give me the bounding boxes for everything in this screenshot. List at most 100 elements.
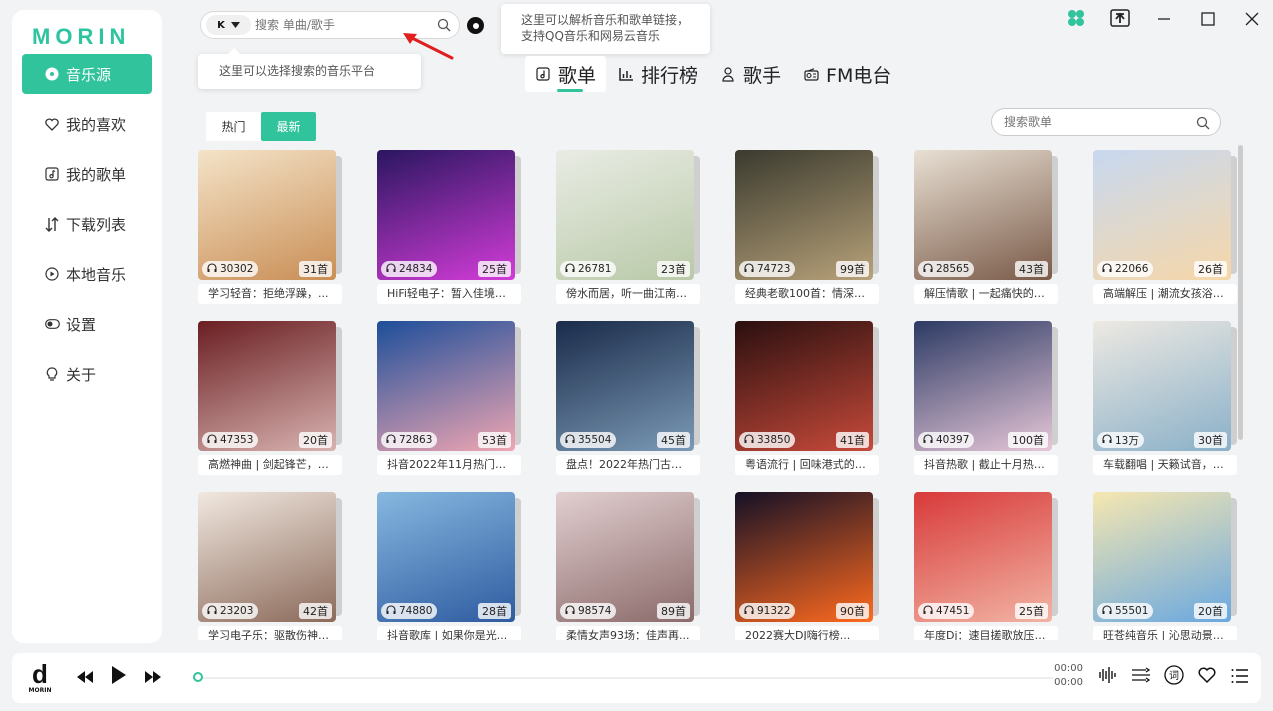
theme-button[interactable] [1065, 9, 1087, 31]
lyrics-button[interactable]: 词 [1163, 665, 1185, 688]
scrollbar[interactable] [1238, 140, 1243, 640]
headphones-icon [923, 433, 933, 447]
playlist-search-input[interactable] [1004, 115, 1184, 129]
queue-button[interactable] [1229, 666, 1251, 688]
playlist-card[interactable]: 30302 31首学习轻音：拒绝浮躁，... [198, 150, 342, 304]
playlist-card[interactable]: 28565 43首解压情歌 | 一起痛快的哭... [914, 150, 1058, 304]
play-count-badge: 13万 [1097, 432, 1144, 448]
headphones-icon [923, 262, 933, 276]
sidebar-item-local-music[interactable]: 本地音乐 [22, 254, 152, 294]
playlist-cover[interactable]: 47451 25首 [914, 492, 1052, 622]
playlist-card[interactable]: 24834 25首 HiFi轻电子：暂入佳境，... [377, 150, 521, 304]
play-count: 74880 [399, 605, 433, 617]
playlist-cover[interactable]: 72863 53首 [377, 321, 515, 451]
playlist-cover[interactable]: 33850 41首 [735, 321, 873, 451]
playlist-title[interactable]: 经典老歌100首：情深缘... [735, 284, 879, 304]
playlist-title[interactable]: 傍水而居，听一曲江南风... [556, 284, 700, 304]
tab-singers[interactable]: 歌手 [710, 56, 791, 92]
playlist-card[interactable]: 91322 90首 2022赛大DJ嗨行榜... [735, 492, 879, 640]
sidebar-item-music-source[interactable]: 音乐源 [22, 54, 152, 94]
playlist-title[interactable]: 高燃神曲 | 剑起锋芒，厮... [198, 455, 342, 475]
scrollbar-thumb[interactable] [1238, 145, 1243, 440]
playlist-card[interactable]: 35504 45首盘点！2022年热门古风... [556, 321, 700, 475]
playlist-cover[interactable]: 91322 90首 [735, 492, 873, 622]
playlist-title[interactable]: 解压情歌 | 一起痛快的哭... [914, 284, 1058, 304]
sidebar-item-downloads[interactable]: 下载列表 [22, 204, 152, 244]
playlist-cover[interactable]: 26781 23首 [556, 150, 694, 280]
playlist-card[interactable]: 23203 42首学习电子乐：驱散伤神外... [198, 492, 342, 640]
playlist-cover[interactable]: 35504 45首 [556, 321, 694, 451]
parse-link-button[interactable] [467, 17, 484, 34]
playlist-card[interactable]: 47451 25首年度Dj：速目搓歌放压力... [914, 492, 1058, 640]
playlist-card[interactable]: 74723 99首经典老歌100首：情深缘... [735, 150, 879, 304]
minimize-button[interactable] [1153, 9, 1175, 31]
playlist-title[interactable]: 2022赛大DJ嗨行榜... [735, 626, 879, 640]
playlist-title[interactable]: 学习电子乐：驱散伤神外... [198, 626, 342, 640]
playlist-cover[interactable]: 55501 20首 [1093, 492, 1231, 622]
playlist-title[interactable]: 柔情女声93场：佳声再... [556, 626, 700, 640]
playlist-cover[interactable]: 74880 28首 [377, 492, 515, 622]
progress-bar[interactable] [193, 677, 1053, 679]
playlist-title[interactable]: 车载翻唱 | 天籁试音，回... [1093, 455, 1237, 475]
playlist-card[interactable]: 98574 89首柔情女声93场：佳声再... [556, 492, 700, 640]
play-mode-button[interactable] [1130, 666, 1152, 688]
playlist-title[interactable]: 抖音歌库 | 如果你是光... [377, 626, 521, 640]
sound-effect-button[interactable] [1096, 666, 1118, 688]
tab-playlists[interactable]: 歌单 [525, 56, 607, 92]
playlist-cover[interactable]: 22066 26首 [1093, 150, 1231, 280]
playlist-cover[interactable]: 30302 31首 [198, 150, 336, 280]
close-button[interactable] [1241, 9, 1263, 31]
playlist-title[interactable]: 盘点！2022年热门古风... [556, 455, 700, 475]
playlist-card[interactable]: 47353 20首高燃神曲 | 剑起锋芒，厮... [198, 321, 342, 475]
playlist-title[interactable]: 抖音2022年11月热门BGM [377, 455, 521, 475]
playlist-cover[interactable]: 74723 99首 [735, 150, 873, 280]
playlist-cover[interactable]: 47353 20首 [198, 321, 336, 451]
card-stack-shadow [515, 327, 521, 445]
tab-label: FM电台 [826, 64, 892, 87]
playlist-card[interactable]: 74880 28首抖音歌库 | 如果你是光... [377, 492, 521, 640]
mini-mode-button[interactable] [1109, 9, 1131, 31]
like-button[interactable] [1196, 666, 1218, 688]
playlist-card[interactable]: 13万 30首车载翻唱 | 天籁试音，回... [1093, 321, 1237, 475]
playlist-card[interactable]: 72863 53首抖音2022年11月热门BGM [377, 321, 521, 475]
playlist-card[interactable]: 26781 23首傍水而居，听一曲江南风... [556, 150, 700, 304]
previous-button[interactable] [74, 666, 96, 688]
play-count: 26781 [578, 263, 612, 275]
playlist-title[interactable]: 年度Dj：速目搓歌放压力... [914, 626, 1058, 640]
next-button[interactable] [142, 666, 164, 688]
sidebar-item-about[interactable]: 关于 [22, 354, 152, 394]
playlist-card[interactable]: 22066 26首高端解压 | 潮流女孩浴室... [1093, 150, 1237, 304]
playlist-title[interactable]: 旺苍纯音乐 | 沁思动景慧... [1093, 626, 1237, 640]
playlist-cover[interactable]: 13万 30首 [1093, 321, 1231, 451]
playlist-title[interactable]: 高端解压 | 潮流女孩浴室... [1093, 284, 1237, 304]
sidebar-item-favorites[interactable]: 我的喜欢 [22, 104, 152, 144]
playlist-cover[interactable]: 23203 42首 [198, 492, 336, 622]
song-count: 90首 [836, 603, 869, 619]
playlist-title[interactable]: HiFi轻电子：暂入佳境，... [377, 284, 521, 304]
maximize-button[interactable] [1197, 9, 1219, 31]
toggle-icon [44, 316, 60, 332]
progress-knob[interactable] [193, 672, 203, 682]
playlist-card[interactable]: 55501 20首旺苍纯音乐 | 沁思动景慧... [1093, 492, 1237, 640]
platform-select[interactable]: K [206, 15, 251, 35]
playlist-card[interactable]: 33850 41首粤语流行 | 回味港式的经... [735, 321, 879, 475]
playlist-cover[interactable]: 28565 43首 [914, 150, 1052, 280]
card-stack-shadow [694, 156, 700, 274]
playlist-cover[interactable]: 40397 100首 [914, 321, 1052, 451]
play-count: 33850 [757, 434, 791, 446]
playlist-title[interactable]: 抖音热歌 | 截止十月热门... [914, 455, 1058, 475]
latest-button[interactable]: 最新 [261, 112, 316, 141]
playlist-title[interactable]: 粤语流行 | 回味港式的经... [735, 455, 879, 475]
playlist-cover[interactable]: 98574 89首 [556, 492, 694, 622]
hot-button[interactable]: 热门 [206, 112, 261, 141]
tab-charts[interactable]: 排行榜 [608, 56, 708, 92]
tab-fm-radio[interactable]: FM电台 [793, 56, 901, 92]
playlist-card[interactable]: 40397 100首抖音热歌 | 截止十月热门... [914, 321, 1058, 475]
sidebar-item-settings[interactable]: 设置 [22, 304, 152, 344]
sidebar-item-my-playlists[interactable]: 我的歌单 [22, 154, 152, 194]
playlist-cover[interactable]: 24834 25首 [377, 150, 515, 280]
play-button[interactable] [108, 666, 130, 688]
playlist-title[interactable]: 学习轻音：拒绝浮躁，... [198, 284, 342, 304]
search-icon[interactable] [1196, 116, 1210, 130]
player-album-art[interactable]: d MORIN [20, 658, 60, 698]
